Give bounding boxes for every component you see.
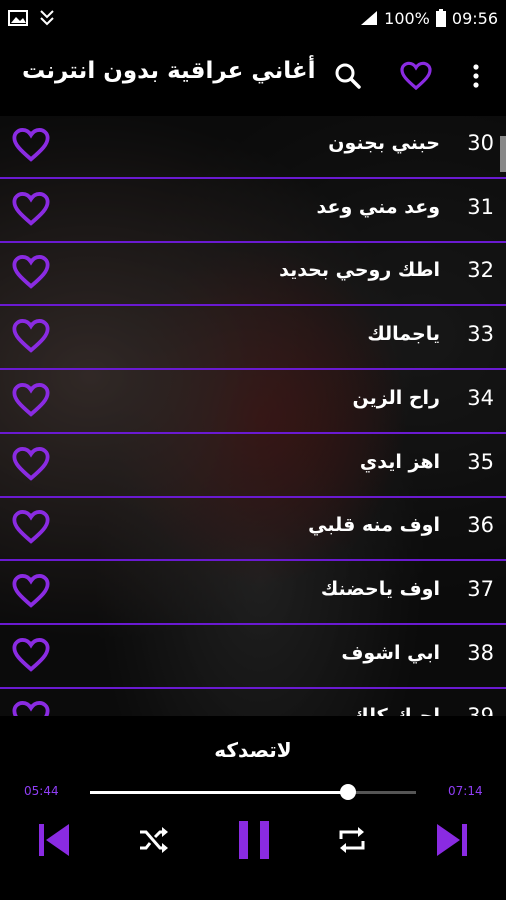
song-row[interactable]: اوف منه قلبي 36	[0, 498, 506, 562]
song-number: 38	[467, 640, 494, 665]
song-list[interactable]: حبني بجنون 30 وعد مني وعد 31 اطك روحي بحديد 3…	[0, 116, 506, 716]
seek-thumb[interactable]	[339, 784, 356, 800]
elapsed-time: 05:44	[24, 784, 59, 798]
favorite-heart-icon[interactable]	[12, 637, 50, 675]
battery-level: 100%	[384, 8, 430, 28]
song-number: 32	[467, 258, 494, 283]
song-number: 34	[467, 385, 494, 410]
app-bar: أغاني عراقية بدون انترنت	[0, 36, 506, 116]
favorite-heart-icon[interactable]	[12, 191, 50, 229]
next-icon	[437, 824, 467, 856]
song-number: 37	[467, 576, 494, 601]
status-bar: 100% 09:56	[0, 0, 506, 36]
shuffle-icon	[140, 827, 168, 853]
favorite-heart-icon[interactable]	[12, 127, 50, 165]
favorite-heart-icon[interactable]	[12, 700, 50, 716]
song-title: اطك روحي بحديد	[279, 259, 440, 282]
heart-icon	[400, 61, 432, 91]
previous-button[interactable]	[36, 822, 72, 858]
song-row[interactable]: وعد مني وعد 31	[0, 180, 506, 243]
song-row[interactable]: راح الزين 34	[0, 371, 506, 434]
repeat-button[interactable]	[334, 822, 370, 858]
song-title: اوف ياحضنك	[320, 577, 440, 600]
now-playing-title: لاتصدكه	[214, 738, 292, 762]
song-title: اهز ايدي	[359, 450, 440, 473]
song-title: وعد مني وعد	[316, 195, 441, 218]
favorite-heart-icon[interactable]	[12, 573, 50, 611]
song-row[interactable]: حبني بجنون 30	[0, 116, 506, 179]
song-row[interactable]: ياجمالك 33	[0, 307, 506, 371]
favorite-heart-icon[interactable]	[12, 318, 50, 356]
song-row[interactable]: احبك كلك 39	[0, 689, 506, 716]
favorite-heart-icon[interactable]	[12, 509, 50, 547]
search-icon	[335, 63, 361, 89]
song-row[interactable]: ابي اشوف 38	[0, 626, 506, 689]
pause-icon	[239, 821, 269, 859]
song-title: راح الزين	[352, 386, 440, 409]
next-button[interactable]	[434, 822, 470, 858]
favorite-heart-icon[interactable]	[12, 382, 50, 420]
seek-bar-fill	[90, 791, 348, 794]
song-number: 35	[467, 449, 494, 474]
favorite-heart-icon[interactable]	[12, 446, 50, 484]
song-row[interactable]: اوف ياحضنك 37	[0, 562, 506, 625]
song-number: 36	[467, 513, 494, 538]
song-title: احبك كلك	[351, 705, 440, 716]
signal-icon	[361, 11, 378, 25]
battery-icon	[435, 9, 446, 27]
song-title: ياجمالك	[367, 323, 440, 346]
search-button[interactable]	[328, 56, 368, 96]
favorite-heart-icon[interactable]	[12, 254, 50, 292]
song-number: 33	[467, 322, 494, 347]
download-icon	[40, 10, 54, 26]
status-left	[8, 9, 56, 27]
app-title: أغاني عراقية بدون انترنت	[22, 58, 316, 84]
more-options-button[interactable]	[456, 56, 496, 96]
seek-bar[interactable]	[90, 784, 416, 800]
song-title: ابي اشوف	[341, 641, 440, 664]
previous-icon	[39, 824, 69, 856]
more-icon	[473, 64, 479, 88]
song-row[interactable]: اهز ايدي 35	[0, 435, 506, 498]
player-bar: لاتصدكه 05:44 07:14	[0, 716, 506, 900]
gallery-icon	[8, 10, 28, 26]
song-number: 39	[467, 704, 494, 716]
repeat-icon	[339, 827, 365, 853]
song-title: اوف منه قلبي	[308, 514, 440, 537]
pause-button[interactable]	[234, 820, 274, 860]
song-number: 30	[467, 131, 494, 155]
status-right: 100% 09:56	[360, 9, 498, 28]
clock: 09:56	[451, 8, 498, 28]
song-title: حبني بجنون	[328, 132, 440, 154]
favorites-button[interactable]	[396, 56, 436, 96]
total-time: 07:14	[448, 784, 483, 798]
song-number: 31	[467, 194, 494, 219]
shuffle-button[interactable]	[136, 822, 172, 858]
song-row[interactable]: اطك روحي بحديد 32	[0, 243, 506, 307]
